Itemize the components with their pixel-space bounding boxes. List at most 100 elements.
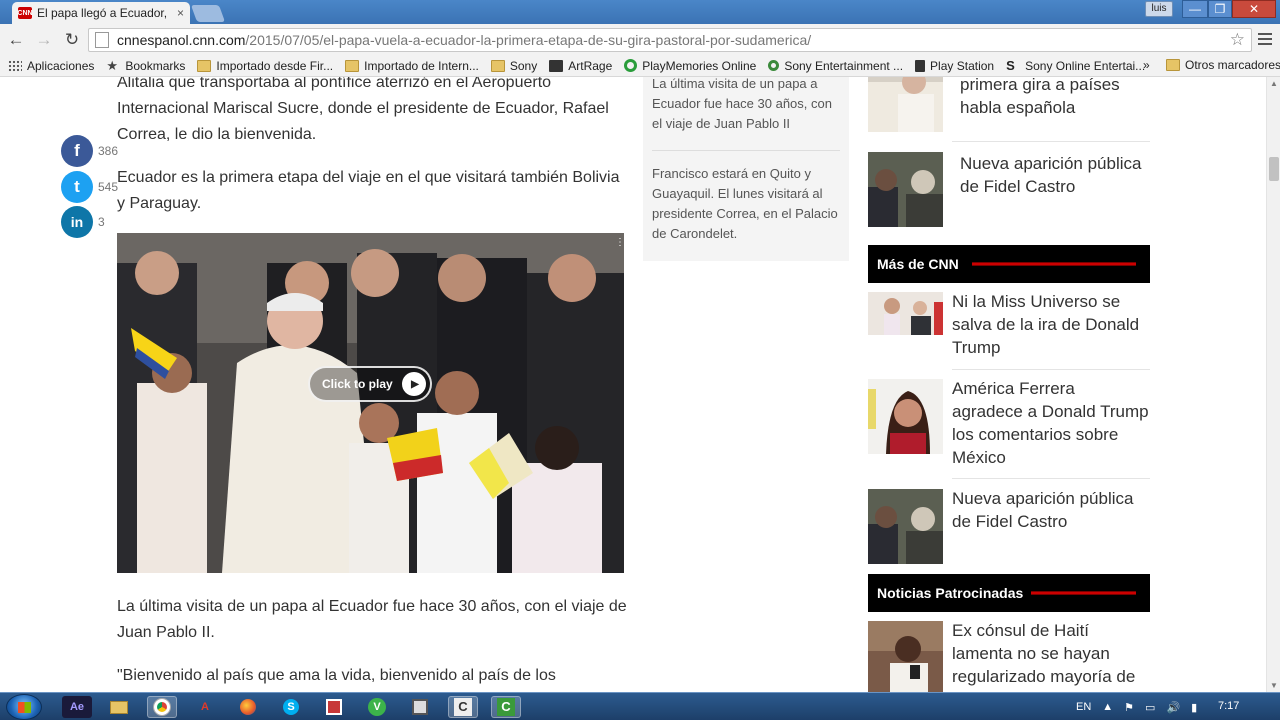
facebook-icon[interactable]: f [61, 135, 93, 167]
forward-button[interactable]: → [32, 28, 56, 52]
story-thumbnail [868, 621, 943, 692]
sony-online-icon: S [1006, 57, 1015, 73]
bookmark-aplicaciones[interactable]: Aplicaciones [8, 59, 94, 73]
bookmark-playstation[interactable]: Play Station [915, 59, 994, 73]
rail-divider [952, 369, 1150, 370]
highlight-divider [652, 150, 840, 151]
rail-story[interactable]: Ni la Miss Universo se salva de la ira d… [868, 292, 1150, 359]
network-icon[interactable]: ▭ [1145, 701, 1155, 714]
scroll-up-icon[interactable]: ▲ [1270, 79, 1278, 88]
firefox-icon [240, 699, 256, 715]
taskbar-after-effects[interactable]: Ae [62, 696, 92, 718]
profile-button[interactable]: luis [1145, 1, 1173, 17]
share-count: 3 [98, 215, 105, 229]
story-thumbnail [868, 379, 943, 454]
playstation-icon [915, 59, 926, 72]
browser-toolbar: ← → ↻ cnnespanol.cnn.com/2015/07/05/el-p… [0, 24, 1280, 55]
folder-icon [490, 59, 505, 72]
language-indicator[interactable]: EN [1076, 701, 1091, 713]
bookmark-sony-entertainment[interactable]: Sony Entertainment ... [768, 59, 903, 73]
bookmark-sony-online[interactable]: S Sony Online Entertai... [1006, 59, 1145, 73]
twitter-icon[interactable]: t [61, 171, 93, 203]
tray-expand-icon[interactable]: ▲ [1102, 701, 1113, 713]
action-center-icon[interactable]: ⚑ [1124, 701, 1134, 714]
story-headline[interactable]: Ex cónsul de Haití lamenta no se hayan r… [952, 619, 1150, 692]
bookmark-bookmarks[interactable]: ★ Bookmarks [106, 59, 185, 73]
story-headline[interactable]: Ni la Miss Universo se salva de la ira d… [952, 290, 1150, 359]
bookmarks-bar: Aplicaciones ★ Bookmarks Importado desde … [0, 55, 1280, 77]
folder-icon [197, 59, 212, 72]
story-thumbnail [868, 77, 943, 132]
story-headline[interactable]: América Ferrera agradece a Donald Trump … [952, 377, 1150, 469]
browser-tab[interactable]: CNN El papa llegó a Ecuador, la × [12, 2, 190, 24]
taskbar-vine[interactable]: V [362, 696, 392, 718]
section-rule [972, 262, 1136, 266]
mas-de-cnn-header: Más de CNN [868, 245, 1150, 283]
bookmark-star-icon[interactable]: ☆ [1230, 30, 1245, 50]
rail-story[interactable]: primera gira a países habla española [868, 77, 1150, 132]
tab-close-icon[interactable]: × [177, 6, 184, 20]
article-paragraph: La última visita de un papa al Ecuador f… [117, 598, 627, 641]
volume-icon[interactable]: 🔊 [1166, 701, 1180, 714]
minimize-button[interactable]: — [1182, 0, 1208, 18]
apps-icon [8, 59, 22, 72]
page-scrollbar[interactable]: ▲ ▼ [1266, 77, 1280, 692]
section-rule [1031, 591, 1136, 595]
rail-story[interactable]: América Ferrera agradece a Donald Trump … [868, 379, 1150, 469]
back-button[interactable]: ← [4, 28, 28, 52]
story-thumbnail [868, 489, 943, 564]
story-headline[interactable]: Nueva aparición pública de Fidel Castro [960, 152, 1150, 227]
maximize-button[interactable]: ❐ [1208, 0, 1232, 18]
start-button[interactable] [6, 694, 42, 720]
bookmark-playmemories[interactable]: PlayMemories Online [624, 59, 756, 73]
taskbar-app-red[interactable] [319, 696, 349, 718]
new-tab-button[interactable] [190, 5, 226, 22]
system-clock[interactable]: 7:17 [1218, 700, 1239, 712]
share-facebook[interactable]: f 386 [61, 135, 131, 167]
video-player[interactable]: Click to play ▶ ⋮ [117, 233, 624, 573]
taskbar-app-grid[interactable] [405, 696, 435, 718]
bookmarks-overflow-chevron[interactable]: » [1143, 58, 1150, 72]
scrollbar-thumb[interactable] [1269, 157, 1279, 181]
video-menu-icon[interactable]: ⋮ [615, 237, 624, 248]
url-host: cnnespanol.cnn.com [117, 32, 246, 48]
bookmark-artrage[interactable]: ArtRage [549, 59, 612, 73]
highlight-item: La última visita de un papa a Ecuador fu… [652, 77, 832, 131]
close-window-button[interactable]: ✕ [1232, 0, 1276, 18]
click-to-play-label: Click to play [322, 377, 393, 391]
taskbar-camtasia-recorder[interactable]: C [491, 696, 521, 718]
taskbar-chrome[interactable] [147, 696, 177, 718]
rail-story[interactable]: Nueva aparición pública de Fidel Castro [868, 489, 1150, 564]
vine-icon: V [368, 698, 386, 716]
star-icon: ★ [106, 57, 119, 73]
cnn-favicon-icon: CNN [17, 7, 33, 19]
taskbar-firefox[interactable] [233, 696, 263, 718]
taskbar-camtasia[interactable]: C [448, 696, 478, 718]
story-headline[interactable]: Nueva aparición pública de Fidel Castro [952, 487, 1150, 564]
taskbar-skype[interactable]: S [276, 696, 306, 718]
click-to-play-button[interactable]: Click to play ▶ [308, 366, 432, 402]
reload-button[interactable]: ↻ [60, 28, 84, 52]
story-headline[interactable]: primera gira a países habla española [960, 77, 1150, 132]
photo-app-icon [326, 699, 342, 715]
share-twitter[interactable]: t 545 [61, 171, 131, 203]
chrome-menu-icon[interactable] [1258, 33, 1272, 45]
address-bar[interactable]: cnnespanol.cnn.com/2015/07/05/el-papa-vu… [88, 28, 1252, 52]
rail-story[interactable]: Nueva aparición pública de Fidel Castro [868, 152, 1150, 227]
scroll-down-icon[interactable]: ▼ [1270, 681, 1278, 690]
rail-story[interactable]: Ex cónsul de Haití lamenta no se hayan r… [868, 621, 1150, 692]
bookmark-sony[interactable]: Sony [490, 59, 537, 73]
bookmark-importado-ie[interactable]: Importado de Intern... [345, 59, 479, 73]
taskbar-explorer[interactable] [104, 696, 134, 718]
page-viewport: Alitalia que transportaba al pontífice a… [0, 77, 1266, 692]
power-icon[interactable]: ▮ [1191, 701, 1197, 714]
bookmark-otros-marcadores[interactable]: Otros marcadores [1166, 58, 1280, 72]
video-thumbnail [117, 233, 624, 573]
taskbar-acrobat[interactable]: A [190, 696, 220, 718]
skype-icon: S [283, 699, 299, 715]
play-icon: ▶ [402, 372, 426, 396]
linkedin-icon[interactable]: in [61, 206, 93, 238]
article-paragraph: Ecuador es la primera etapa del viaje en… [117, 169, 620, 212]
window-titlebar: CNN El papa llegó a Ecuador, la × luis —… [0, 0, 1280, 24]
bookmark-importado-firefox[interactable]: Importado desde Fir... [197, 59, 333, 73]
